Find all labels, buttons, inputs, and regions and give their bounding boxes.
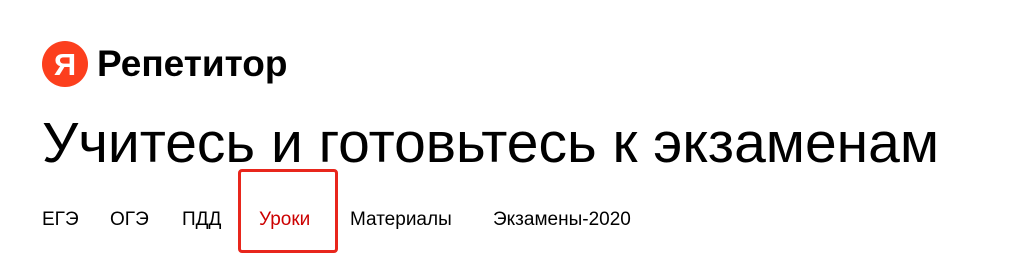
nav-item-oge[interactable]: ОГЭ [110,205,149,235]
main-nav: ЕГЭ ОГЭ ПДД Уроки Материалы Экзамены-202… [0,205,1014,235]
logo-text: Репетитор [97,43,288,84]
nav-item-exams-2020[interactable]: Экзамены-2020 [493,205,631,235]
nav-item-lessons[interactable]: Уроки [259,205,310,235]
yandex-logo-icon: Я [42,41,88,87]
header-logo[interactable]: Я Репетитор [42,41,287,87]
nav-item-ege[interactable]: ЕГЭ [42,205,79,235]
nav-item-materials[interactable]: Материалы [350,205,452,235]
page: Я Репетитор Учитесь и готовьтесь к экзам… [0,0,1014,261]
nav-item-pdd[interactable]: ПДД [182,205,221,235]
page-title: Учитесь и готовьтесь к экзаменам [42,111,940,175]
